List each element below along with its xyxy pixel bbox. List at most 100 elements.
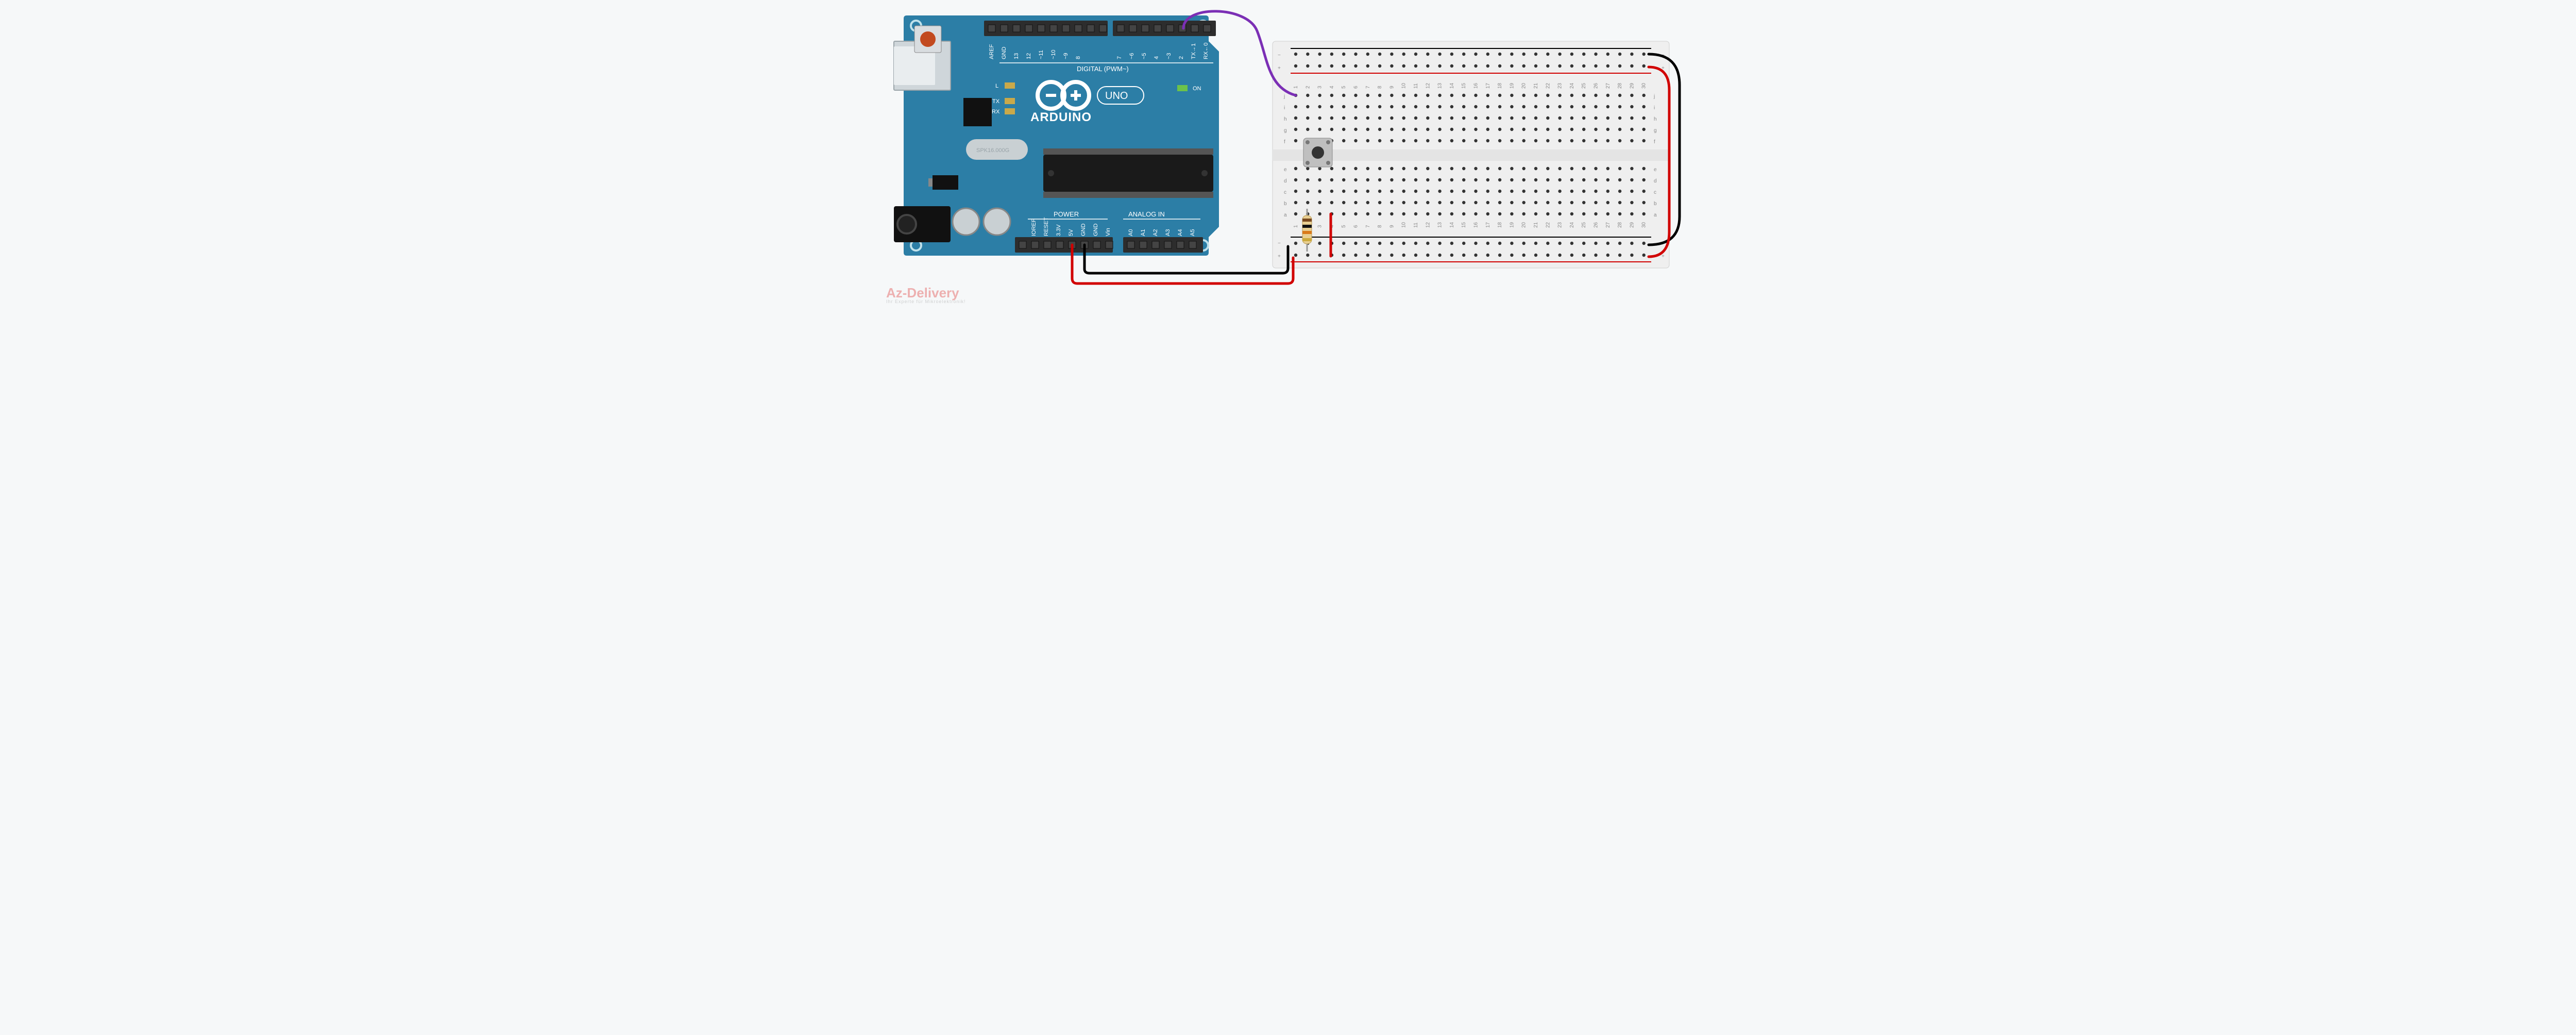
dc-jack	[894, 206, 951, 242]
svg-text:19: 19	[1509, 82, 1515, 89]
svg-text:g: g	[1284, 128, 1287, 133]
analog-section-label: ANALOG IN	[1128, 210, 1165, 218]
svg-text:f: f	[1284, 139, 1285, 145]
svg-text:~6: ~6	[1129, 53, 1135, 59]
svg-text:16: 16	[1473, 222, 1479, 228]
svg-text:25: 25	[1581, 82, 1587, 89]
svg-text:i: i	[1284, 105, 1285, 111]
svg-text:i: i	[1654, 105, 1655, 111]
crystal: SPK16.000G	[966, 139, 1028, 160]
led-rx-label: RX	[992, 109, 1000, 115]
svg-text:d: d	[1284, 178, 1287, 184]
svg-text:8: 8	[1075, 56, 1081, 59]
svg-text:+: +	[1278, 254, 1281, 259]
svg-text:SPK16.000G: SPK16.000G	[976, 147, 1009, 154]
svg-text:A3: A3	[1165, 229, 1171, 236]
svg-text:j: j	[1283, 94, 1285, 99]
svg-text:A5: A5	[1190, 229, 1196, 236]
voltage-regulator	[928, 175, 958, 190]
reset-button[interactable]	[914, 26, 941, 53]
capacitor-2	[984, 208, 1010, 235]
svg-text:A2: A2	[1153, 229, 1159, 236]
svg-text:UNO: UNO	[1105, 90, 1128, 102]
svg-text:~5: ~5	[1141, 53, 1147, 59]
svg-text:19: 19	[1509, 222, 1515, 228]
led-on	[1177, 85, 1188, 91]
arduino-brand: ARDUINO	[1030, 110, 1092, 124]
svg-text:~3: ~3	[1166, 53, 1172, 59]
svg-text:j: j	[1653, 94, 1655, 99]
svg-text:8: 8	[1377, 86, 1383, 89]
led-tx	[1005, 98, 1015, 104]
svg-text:7: 7	[1365, 86, 1371, 89]
svg-text:14: 14	[1449, 82, 1455, 89]
svg-text:27: 27	[1605, 82, 1611, 89]
svg-text:Vin: Vin	[1105, 228, 1111, 236]
svg-text:14: 14	[1449, 222, 1455, 228]
svg-text:9: 9	[1389, 225, 1395, 228]
svg-text:3.3V: 3.3V	[1056, 224, 1062, 236]
svg-text:IOREF: IOREF	[1031, 219, 1037, 236]
svg-text:5: 5	[1341, 86, 1347, 89]
svg-text:−: −	[1278, 53, 1281, 58]
svg-text:5V: 5V	[1068, 229, 1074, 236]
led-rx	[1005, 108, 1015, 114]
svg-text:A0: A0	[1128, 229, 1134, 236]
svg-text:4: 4	[1154, 56, 1160, 59]
svg-text:3: 3	[1317, 86, 1323, 89]
svg-text:30: 30	[1641, 222, 1647, 228]
svg-text:24: 24	[1569, 222, 1575, 228]
svg-text:a: a	[1654, 212, 1657, 218]
arduino-uno-board: AREF GND 13 12 ~11 ~10 ~9 8 7 ~6 ~5 4 ~3…	[894, 15, 1219, 256]
diagram-svg: AREF GND 13 12 ~11 ~10 ~9 8 7 ~6 ~5 4 ~3…	[876, 0, 1700, 309]
svg-text:d: d	[1654, 178, 1657, 184]
svg-text:GND: GND	[1093, 224, 1099, 237]
svg-text:28: 28	[1617, 82, 1623, 89]
svg-text:13: 13	[1437, 222, 1443, 228]
svg-text:12: 12	[1425, 222, 1431, 228]
svg-text:27: 27	[1605, 222, 1611, 228]
header-digital-right	[1113, 21, 1216, 36]
svg-text:a: a	[1284, 212, 1287, 218]
svg-text:30: 30	[1641, 82, 1647, 89]
svg-text:15: 15	[1461, 82, 1467, 89]
svg-text:3: 3	[1317, 225, 1323, 228]
svg-text:+: +	[1662, 254, 1665, 259]
svg-text:2: 2	[1178, 56, 1184, 59]
svg-text:b: b	[1654, 201, 1657, 207]
led-on-label: ON	[1193, 86, 1201, 92]
svg-text:~9: ~9	[1063, 53, 1069, 59]
svg-text:17: 17	[1485, 222, 1491, 228]
svg-text:12: 12	[1425, 82, 1431, 89]
svg-text:8: 8	[1377, 225, 1383, 228]
svg-text:23: 23	[1557, 82, 1563, 89]
svg-text:17: 17	[1485, 82, 1491, 89]
svg-text:6: 6	[1353, 86, 1359, 89]
svg-text:29: 29	[1629, 222, 1635, 228]
svg-text:28: 28	[1617, 222, 1623, 228]
svg-text:9: 9	[1389, 86, 1395, 89]
svg-text:18: 18	[1497, 222, 1503, 228]
svg-text:GND: GND	[1080, 224, 1087, 237]
led-tx-label: TX	[992, 98, 1000, 105]
svg-text:7: 7	[1116, 56, 1123, 59]
svg-text:25: 25	[1581, 222, 1587, 228]
svg-text:RX←0: RX←0	[1203, 43, 1209, 59]
atmega-chip	[1043, 148, 1213, 198]
svg-text:29: 29	[1629, 82, 1635, 89]
svg-text:c: c	[1654, 190, 1656, 195]
tact-switch[interactable]	[1303, 138, 1332, 167]
svg-text:5: 5	[1341, 225, 1347, 228]
capacitor-1	[953, 208, 979, 235]
svg-text:15: 15	[1461, 222, 1467, 228]
svg-text:RESET: RESET	[1043, 217, 1049, 236]
header-digital-left	[984, 21, 1108, 36]
svg-text:24: 24	[1569, 82, 1575, 89]
svg-text:6: 6	[1353, 225, 1359, 228]
svg-text:11: 11	[1413, 222, 1419, 228]
svg-text:h: h	[1654, 116, 1657, 122]
svg-text:26: 26	[1594, 222, 1599, 228]
header-analog	[1123, 237, 1203, 253]
svg-text:11: 11	[1413, 83, 1419, 89]
circuit-diagram: AREF GND 13 12 ~11 ~10 ~9 8 7 ~6 ~5 4 ~3…	[876, 0, 1700, 309]
